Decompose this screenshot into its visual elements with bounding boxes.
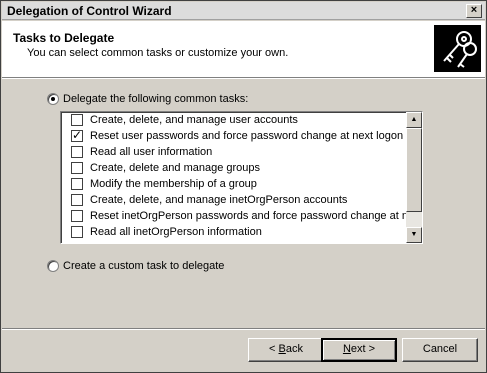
task-checkbox[interactable] [71, 162, 83, 174]
task-label[interactable]: Read all user information [90, 146, 212, 158]
cancel-button[interactable]: Cancel [402, 338, 478, 362]
task-list[interactable]: Create, delete, and manage user accounts… [60, 111, 423, 244]
task-checkbox[interactable] [71, 210, 83, 222]
back-button[interactable]: < Back [248, 338, 324, 362]
footer-divider-highlight [2, 329, 485, 330]
task-checkbox[interactable] [71, 178, 83, 190]
next-button-label: ext > [350, 343, 376, 355]
keys-icon [434, 25, 481, 72]
header-divider-highlight [2, 78, 485, 79]
list-item[interactable]: Read all user information [71, 144, 407, 160]
task-label[interactable]: Modify the membership of a group [90, 178, 257, 190]
close-button[interactable]: × [466, 4, 482, 18]
scroll-up-button[interactable]: ▲ [406, 112, 422, 128]
close-icon: × [470, 4, 478, 16]
wizard-header: Tasks to Delegate You can select common … [2, 21, 485, 77]
wizard-window: Delegation of Control Wizard × Tasks to … [0, 0, 487, 373]
cancel-button-label: Cancel [422, 343, 458, 355]
window-title: Delegation of Control Wizard [7, 4, 172, 18]
radio-custom-task[interactable] [47, 260, 59, 272]
task-label[interactable]: Create, delete, and manage user accounts [90, 114, 298, 126]
arrow-down-icon: ▼ [410, 231, 418, 238]
task-label[interactable]: Reset inetOrgPerson passwords and force … [90, 210, 407, 222]
task-label[interactable]: Create, delete, and manage inetOrgPerson… [90, 194, 347, 206]
task-checkbox[interactable] [71, 226, 83, 238]
list-item[interactable]: Reset inetOrgPerson passwords and force … [71, 208, 407, 224]
task-label[interactable]: Create, delete and manage groups [90, 162, 260, 174]
task-checkbox[interactable] [71, 194, 83, 206]
task-label[interactable]: Read all inetOrgPerson information [90, 226, 262, 238]
page-subtitle: You can select common tasks or customize… [27, 47, 289, 59]
task-label[interactable]: Reset user passwords and force password … [90, 130, 403, 142]
arrow-up-icon: ▲ [410, 116, 418, 123]
task-list-scrollbar[interactable]: ▲ ▼ [406, 112, 422, 243]
list-item[interactable]: Modify the membership of a group [71, 176, 407, 192]
list-item[interactable]: Create, delete, and manage inetOrgPerson… [71, 192, 407, 208]
next-button-mnemonic: N [342, 343, 351, 355]
radio-common-tasks-label[interactable]: Delegate the following common tasks: [63, 93, 248, 105]
back-button-prefix: < [269, 343, 279, 355]
list-item[interactable]: Read all inetOrgPerson information [71, 224, 407, 240]
task-checkbox[interactable] [71, 128, 83, 142]
page-title: Tasks to Delegate [13, 31, 115, 45]
radio-common-tasks[interactable] [47, 93, 59, 105]
task-checkbox[interactable] [71, 114, 83, 126]
list-item[interactable]: Create, delete, and manage user accounts [71, 112, 407, 128]
title-bar[interactable]: Delegation of Control Wizard × [2, 2, 485, 20]
back-button-mnemonic: B [278, 343, 286, 355]
radio-custom-task-label[interactable]: Create a custom task to delegate [63, 260, 224, 272]
list-item[interactable]: Reset user passwords and force password … [71, 128, 407, 144]
list-item[interactable]: Create, delete and manage groups [71, 160, 407, 176]
task-checkbox[interactable] [71, 146, 83, 158]
next-button[interactable]: Next > [321, 338, 397, 362]
scroll-thumb[interactable] [406, 128, 422, 212]
scroll-down-button[interactable]: ▼ [406, 227, 422, 243]
back-button-label: ack [285, 343, 303, 355]
